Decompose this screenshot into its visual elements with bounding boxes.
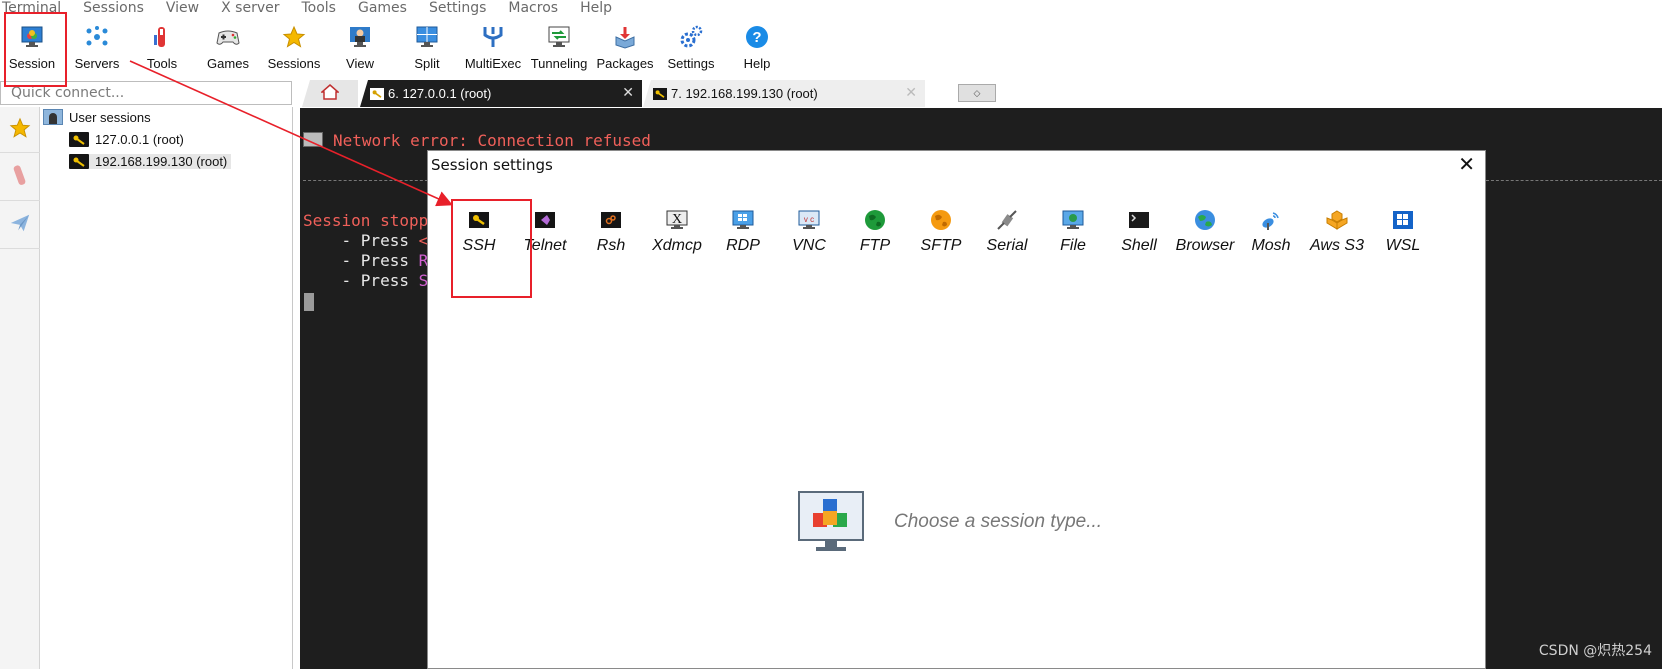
annotation-arrow [129, 60, 453, 207]
watermark: CSDN @炽热254 [1538, 643, 1652, 659]
